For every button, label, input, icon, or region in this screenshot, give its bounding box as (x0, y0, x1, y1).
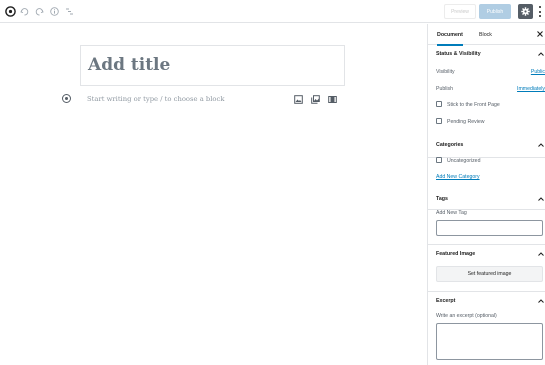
block-inserter-button[interactable] (62, 94, 71, 103)
set-featured-image-button[interactable]: Set featured image (436, 266, 543, 282)
publish-button[interactable]: Publish (479, 4, 511, 19)
gear-icon (521, 7, 530, 16)
panel-heading[interactable]: Status & Visibility (436, 48, 481, 60)
info-icon[interactable] (47, 4, 61, 18)
gallery-block-icon[interactable] (311, 95, 320, 104)
panel-heading[interactable]: Excerpt (436, 295, 455, 307)
tab-block[interactable]: Block (479, 24, 492, 45)
tab-document[interactable]: Document (437, 24, 463, 46)
redo-icon[interactable] (32, 4, 46, 18)
add-new-category-link[interactable]: Add New Category (436, 174, 480, 180)
chevron-up-icon[interactable] (538, 52, 544, 56)
sidebar-tabs: Document Block (428, 24, 545, 46)
editor-toolbar: Preview Publish (0, 0, 545, 23)
stick-to-front-checkbox[interactable] (436, 101, 442, 107)
undo-icon[interactable] (17, 4, 31, 18)
panel-heading[interactable]: Tags (436, 193, 448, 205)
video-block-icon[interactable] (328, 95, 337, 104)
visibility-toggle-link[interactable]: Public (531, 69, 545, 75)
more-options-button[interactable] (537, 5, 542, 18)
chevron-up-icon[interactable] (538, 299, 544, 303)
post-title-field[interactable]: Add title (80, 45, 345, 86)
excerpt-panel: Excerpt Write an excerpt (optional) (428, 292, 545, 365)
pending-review-label[interactable]: Pending Review (447, 119, 485, 125)
post-title-placeholder: Add title (88, 55, 171, 75)
tags-panel: Tags Add New Tag (428, 191, 545, 245)
default-block-placeholder[interactable]: Start writing or type / to choose a bloc… (87, 95, 224, 103)
visibility-label: Visibility (436, 69, 455, 75)
category-checkbox[interactable] (436, 157, 442, 163)
pending-review-checkbox[interactable] (436, 118, 442, 124)
close-icon[interactable] (536, 30, 544, 38)
publish-label: Publish (436, 86, 454, 92)
wordpress-logo-icon[interactable] (3, 4, 17, 18)
panel-heading[interactable]: Categories (436, 139, 463, 151)
featured-image-panel: Featured Image Set featured image (428, 245, 545, 292)
image-block-icon[interactable] (294, 95, 303, 104)
excerpt-textarea[interactable] (436, 323, 543, 360)
chevron-up-icon[interactable] (538, 252, 544, 256)
category-label[interactable]: Uncategorized (447, 158, 480, 164)
publish-date-link[interactable]: Immediately (517, 86, 545, 92)
stick-to-front-label[interactable]: Stick to the Front Page (447, 102, 500, 108)
panel-heading[interactable]: Featured Image (436, 248, 475, 260)
add-new-tag-input[interactable] (436, 220, 543, 236)
chevron-up-icon[interactable] (538, 197, 544, 201)
chevron-up-icon[interactable] (538, 143, 544, 147)
add-new-tag-label: Add New Tag (436, 210, 467, 216)
preview-button[interactable]: Preview (444, 4, 476, 19)
excerpt-field-label: Write an excerpt (optional) (436, 313, 497, 319)
block-navigation-icon[interactable] (62, 4, 76, 18)
settings-button[interactable] (518, 4, 533, 19)
settings-sidebar: Document Block Status & Visibility Visib… (427, 24, 545, 365)
